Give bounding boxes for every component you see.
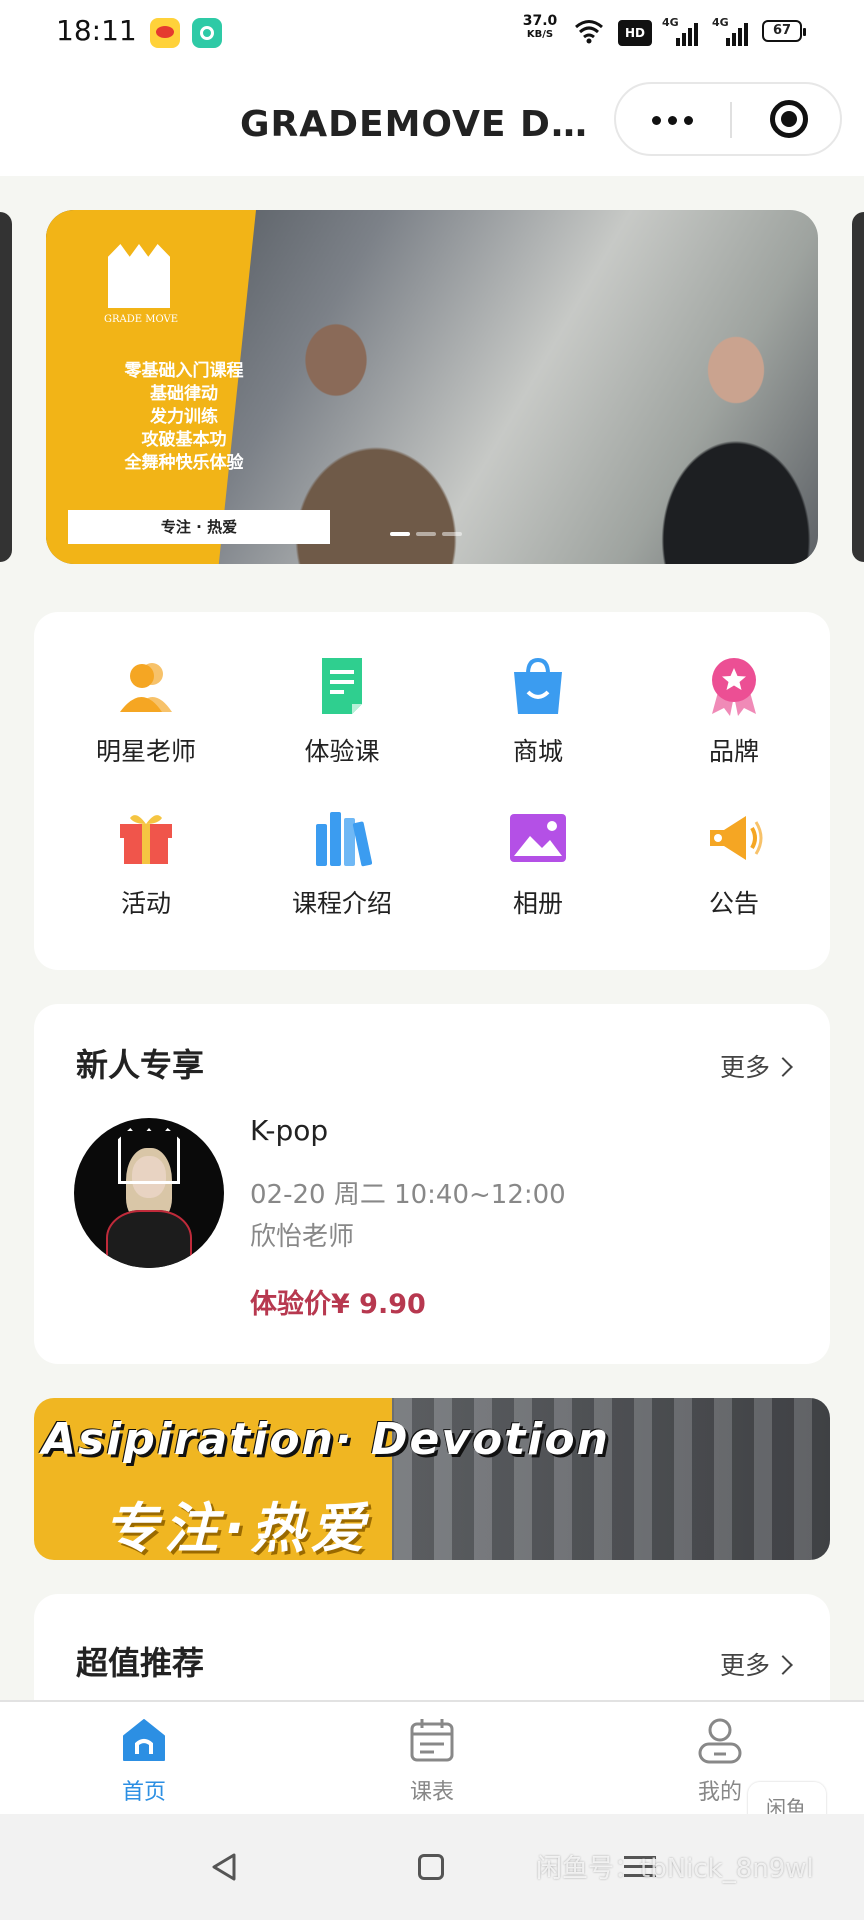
banner-line: 攻破基本功	[86, 429, 282, 452]
carousel-dot	[442, 532, 462, 536]
user-icon	[696, 1716, 744, 1764]
grid-item-announcement[interactable]: 公告	[644, 808, 824, 938]
banner-line: 全舞种快乐体验	[86, 452, 282, 475]
tab-label: 课表	[352, 1774, 512, 1806]
signal-icon-2: 4G	[712, 16, 748, 46]
course-price: 体验价¥ 9.90	[250, 1282, 426, 1321]
mini-program-header: GRADEMOVE DA...	[0, 68, 864, 176]
battery-icon: 67	[762, 20, 802, 42]
grid-item-label: 商城	[448, 732, 628, 768]
signal-icon: 4G	[662, 16, 698, 46]
tab-schedule[interactable]: 课表	[352, 1716, 512, 1806]
grademove-logo	[108, 244, 170, 308]
watermark-text: 闲鱼号：tbNick_8n9wl	[536, 1848, 814, 1885]
carousel-dot	[416, 532, 436, 536]
grid-item-activity[interactable]: 活动	[56, 808, 236, 938]
promo-chinese-text: 专注·热爱	[104, 1484, 371, 1560]
carousel-indicator	[390, 532, 462, 536]
carousel-dot	[390, 532, 410, 536]
course-name: K-pop	[250, 1114, 328, 1147]
crown-logo-icon	[118, 1128, 180, 1184]
dot-icon	[652, 116, 661, 125]
grid-item-label: 公告	[644, 884, 824, 920]
grid-item-brand[interactable]: 品牌	[644, 656, 824, 786]
network-speed-unit: KB/S	[520, 28, 560, 42]
network-speed-value: 37.0	[523, 13, 558, 29]
section-title: 新人专享	[76, 1040, 204, 1086]
banner-line: 发力训练	[86, 406, 282, 429]
newbie-more-link[interactable]: 更多	[720, 1048, 790, 1084]
wifi-icon	[574, 18, 604, 44]
banner-course-lines: 零基础入门课程 基础律动 发力训练 攻破基本功 全舞种快乐体验	[86, 360, 282, 475]
grid-item-label: 相册	[448, 884, 628, 920]
home-icon	[120, 1716, 168, 1764]
star-teacher-icon	[116, 656, 176, 716]
system-nav-bar: 闲鱼号：tbNick_8n9wl	[0, 1814, 864, 1920]
avatar-body	[106, 1210, 192, 1268]
grid-item-shop[interactable]: 商城	[448, 656, 628, 786]
bottom-tab-bar: 首页 课表 我的	[0, 1700, 864, 1816]
recommend-section: 超值推荐 更多	[34, 1594, 830, 1714]
recommend-more-link[interactable]: 更多	[720, 1646, 790, 1682]
chevron-right-icon	[773, 1057, 793, 1077]
banner-line: 基础律动	[86, 383, 282, 406]
carousel-next-peek[interactable]	[852, 212, 864, 562]
grid-item-trial-class[interactable]: 体验课	[252, 656, 432, 786]
carousel-prev-peek[interactable]	[0, 212, 12, 562]
hero-carousel[interactable]: GRADE MOVE 零基础入门课程 基础律动 发力训练 攻破基本功 全舞种快乐…	[46, 210, 818, 564]
trial-class-icon	[312, 656, 372, 716]
more-options-button[interactable]	[616, 84, 728, 154]
banner-line: 零基础入门课程	[86, 360, 282, 383]
grid-item-label: 课程介绍	[252, 884, 432, 920]
grid-item-star-teacher[interactable]: 明星老师	[56, 656, 236, 786]
dot-icon	[668, 116, 677, 125]
back-icon[interactable]	[210, 1852, 240, 1882]
newbie-section: 新人专享 更多 K-pop 02-20 周二 10:40~12:00 欣怡老师 …	[34, 1004, 830, 1364]
books-icon	[312, 808, 372, 868]
promo-banner[interactable]: Asipiration· Devotion 专注·热爱	[34, 1398, 830, 1560]
gift-icon	[116, 808, 176, 868]
status-time: 18:11	[56, 14, 137, 47]
grid-item-label: 明星老师	[56, 732, 236, 768]
weibo-app-icon	[150, 18, 180, 48]
close-miniprogram-button[interactable]	[734, 84, 840, 154]
feature-grid: 明星老师 体验课 商城 品牌 活动	[34, 612, 830, 970]
grid-item-label: 体验课	[252, 732, 432, 768]
page-title: GRADEMOVE DA...	[240, 104, 600, 145]
promo-english-text: Asipiration· Devotion	[42, 1414, 610, 1465]
grid-item-album[interactable]: 相册	[448, 808, 628, 938]
capsule-menu	[614, 82, 842, 156]
grid-item-label: 活动	[56, 884, 236, 920]
photo-album-icon	[508, 808, 568, 868]
course-teacher: 欣怡老师	[250, 1216, 354, 1253]
banner-tagline: 专注 · 热爱	[68, 510, 330, 544]
tab-home[interactable]: 首页	[64, 1716, 224, 1806]
dot-icon	[684, 116, 693, 125]
chat-app-icon	[192, 18, 222, 48]
grid-item-label: 品牌	[644, 732, 824, 768]
grid-item-course-intro[interactable]: 课程介绍	[252, 808, 432, 938]
banner-brand: GRADE MOVE	[86, 314, 196, 326]
more-label: 更多	[720, 1053, 770, 1082]
teacher-avatar	[74, 1118, 224, 1268]
status-bar: 18:11 37.0 KB/S HD 4G 4G 67	[0, 0, 864, 68]
chevron-right-icon	[773, 1655, 793, 1675]
brand-badge-icon	[704, 656, 764, 716]
hd-voice-badge: HD	[618, 20, 652, 46]
tab-label: 首页	[64, 1774, 224, 1806]
more-label: 更多	[720, 1651, 770, 1680]
course-time: 02-20 周二 10:40~12:00	[250, 1174, 566, 1211]
announcement-icon	[704, 808, 764, 868]
home-button-icon[interactable]	[418, 1854, 444, 1880]
capsule-divider	[730, 102, 732, 138]
section-title: 超值推荐	[76, 1638, 204, 1684]
calendar-icon	[408, 1716, 456, 1764]
shopping-bag-icon	[508, 656, 568, 716]
network-speed: 37.0 KB/S	[520, 14, 560, 42]
